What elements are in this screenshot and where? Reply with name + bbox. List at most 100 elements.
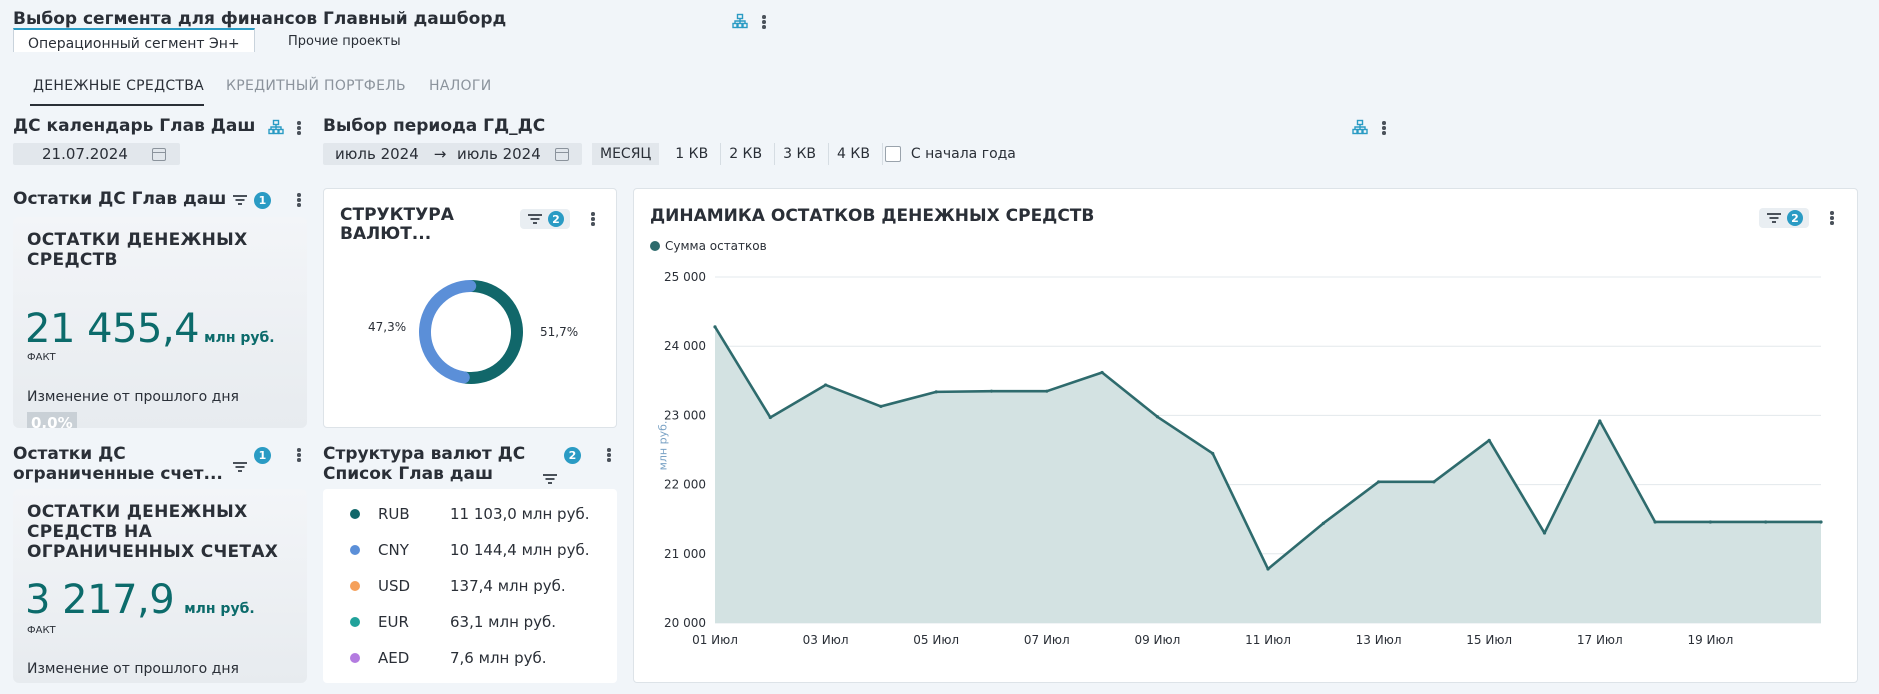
currency-list-menu-icon[interactable] <box>604 446 614 464</box>
filter-count-badge: 2 <box>564 447 581 464</box>
currency-code: AED <box>378 649 410 667</box>
cash-balance-menu-icon[interactable] <box>294 191 304 209</box>
x-tick-label: 19 Июл <box>1687 633 1733 647</box>
date-picker[interactable]: 21.07.2024 <box>13 143 180 165</box>
restricted-balance-menu-icon[interactable] <box>294 446 304 464</box>
cash-balance-card: ОСТАТКИ ДЕНЕЖНЫХ СРЕДСТВ 21 455,4 млн ру… <box>13 217 307 428</box>
segment-tab-other[interactable]: Прочие проекты <box>274 28 415 52</box>
cash-balance-value: 21 455,4 <box>25 306 200 352</box>
donut-slice-0[interactable] <box>459 280 523 384</box>
data-point[interactable] <box>1321 521 1325 525</box>
y-tick-label: 23 000 <box>664 408 706 422</box>
restricted-balance-value: 3 217,9 <box>25 577 175 623</box>
currency-value: 137,4 млн руб. <box>450 577 566 595</box>
data-point[interactable] <box>1211 451 1215 456</box>
filter-icon[interactable] <box>233 461 247 473</box>
data-point[interactable] <box>1432 480 1436 484</box>
period-option-q3[interactable]: 3 КВ <box>774 143 824 165</box>
currency-row: RUB 11 103,0 млн руб. <box>350 496 610 532</box>
page-title: Выбор сегмента для финансов Главный дашб… <box>13 9 507 29</box>
period-arrow: → <box>433 145 447 163</box>
cash-balance-kpi-title: ОСТАТКИ ДЕНЕЖНЫХ СРЕДСТВ <box>27 230 248 270</box>
header-menu-icon[interactable] <box>759 13 769 31</box>
filter-icon[interactable] <box>528 213 542 225</box>
x-tick-label: 15 Июл <box>1466 633 1512 647</box>
currency-code: RUB <box>378 505 410 523</box>
period-calendar-icon <box>555 147 569 161</box>
data-point[interactable] <box>1100 370 1104 375</box>
data-point[interactable] <box>1764 520 1768 524</box>
currency-code: EUR <box>378 613 409 631</box>
data-point[interactable] <box>934 390 938 394</box>
ytd-checkbox[interactable] <box>884 146 901 162</box>
hierarchy-icon[interactable] <box>732 13 748 29</box>
data-point[interactable] <box>1819 520 1823 524</box>
period-granularity-group: МЕСЯЦ 1 КВ 2 КВ 3 КВ 4 КВ С начала года <box>592 143 1024 165</box>
x-tick-label: 13 Июл <box>1356 633 1402 647</box>
data-point[interactable] <box>1377 480 1381 484</box>
data-point[interactable] <box>768 415 772 420</box>
period-option-month[interactable]: МЕСЯЦ <box>592 143 660 165</box>
y-tick-label: 21 000 <box>664 547 706 561</box>
currency-row: USD 137,4 млн руб. <box>350 568 610 604</box>
tab-cash[interactable]: ДЕНЕЖНЫЕ СРЕДСТВА <box>33 78 204 94</box>
currency-value: 11 103,0 млн руб. <box>450 505 590 523</box>
period-range-picker[interactable]: июль 2024 → июль 2024 <box>323 143 582 165</box>
data-point[interactable] <box>1598 419 1602 423</box>
currency-value: 63,1 млн руб. <box>450 613 557 631</box>
data-point[interactable] <box>1155 415 1159 419</box>
cash-balance-widget-title: Остатки ДС Глав даш <box>13 189 227 209</box>
cash-balance-change-badge: 0,0% <box>27 412 77 428</box>
currency-dot <box>350 617 360 627</box>
data-point[interactable] <box>1542 531 1547 535</box>
y-tick-label: 25 000 <box>664 270 706 284</box>
data-point[interactable] <box>989 389 994 393</box>
restricted-balance-kpi-title: ОСТАТКИ ДЕНЕЖНЫХ СРЕДСТВ НА ОГРАНИЧЕННЫХ… <box>27 502 279 562</box>
data-point[interactable] <box>824 383 828 387</box>
period-option-q1[interactable]: 1 КВ <box>667 143 716 165</box>
data-point[interactable] <box>1653 520 1657 524</box>
data-point[interactable] <box>879 404 883 409</box>
currency-dot <box>350 545 360 555</box>
currency-value: 7,6 млн руб. <box>450 649 547 667</box>
currency-list-title: Структура валют ДС Список Глав даш <box>323 444 526 484</box>
currency-dot <box>350 509 360 519</box>
period-to: июль 2024 <box>457 145 541 163</box>
tab-taxes[interactable]: НАЛОГИ <box>429 78 491 94</box>
cash-balance-change-label: Изменение от прошлого дня <box>27 389 239 405</box>
y-tick-label: 22 000 <box>664 478 706 492</box>
ytd-label: С начала года <box>910 146 1016 162</box>
date-value: 21.07.2024 <box>42 145 128 163</box>
cash-balance-unit: млн руб. <box>204 330 275 346</box>
x-tick-label: 03 Июл <box>803 633 849 647</box>
calendar-hierarchy-icon[interactable] <box>268 119 284 135</box>
period-menu-icon[interactable] <box>1379 119 1389 137</box>
data-point[interactable] <box>713 325 717 329</box>
currency-dot <box>350 581 360 591</box>
x-tick-label: 07 Июл <box>1024 633 1070 647</box>
currency-value: 10 144,4 млн руб. <box>450 541 590 559</box>
tab-credit-portfolio[interactable]: КРЕДИТНЫЙ ПОРТФЕЛЬ <box>226 78 406 94</box>
data-point[interactable] <box>1045 389 1049 393</box>
calendar-menu-icon[interactable] <box>294 119 304 137</box>
segment-tab-operational[interactable]: Операционный сегмент Эн+ <box>13 28 255 52</box>
donut-menu-icon[interactable] <box>588 210 598 228</box>
filter-icon[interactable] <box>233 194 247 206</box>
currency-code: CNY <box>378 541 409 559</box>
tab-cash-underline <box>30 104 204 106</box>
dynamics-area-chart: 20 000 21 000 22 000 23 000 24 000 25 000 01 И… <box>664 270 1823 647</box>
donut-filter-chip[interactable]: 2 <box>520 209 570 229</box>
calendar-icon <box>152 147 166 161</box>
data-point[interactable] <box>1487 438 1491 442</box>
donut-slice-1[interactable] <box>419 280 477 384</box>
data-point[interactable] <box>1708 520 1712 524</box>
filter-count-badge: 1 <box>254 192 271 209</box>
currency-structure-donut-card: СТРУКТУРА ВАЛЮТ... 2 47,3% 51,7% <box>323 188 617 428</box>
period-hierarchy-icon[interactable] <box>1352 119 1368 135</box>
period-option-q2[interactable]: 2 КВ <box>720 143 770 165</box>
period-option-q4[interactable]: 4 КВ <box>828 143 878 165</box>
filter-icon[interactable] <box>543 473 557 485</box>
ytd-option[interactable]: С начала года <box>881 143 1024 165</box>
dynamics-chart-card: ДИНАМИКА ОСТАТКОВ ДЕНЕЖНЫХ СРЕДСТВ 2 Сум… <box>633 188 1858 683</box>
data-point[interactable] <box>1266 567 1270 571</box>
